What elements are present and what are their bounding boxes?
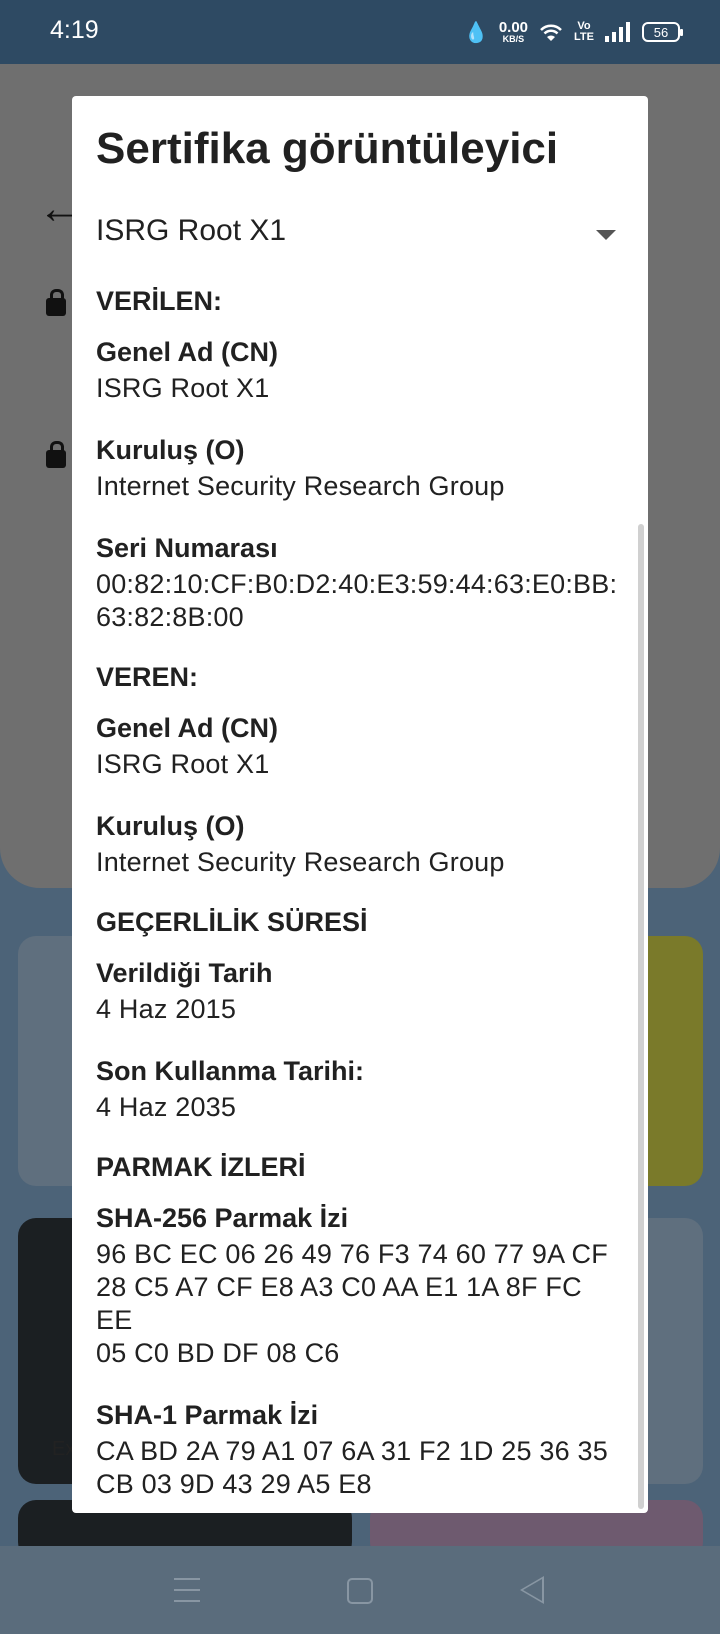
field-value: ISRG Root X1 bbox=[96, 749, 270, 779]
field-value: 4 Haz 2015 bbox=[96, 994, 237, 1024]
field-value-line: 63:82:8B:00 bbox=[96, 602, 244, 632]
lock-icon bbox=[46, 441, 66, 468]
serial-number: Seri Numarası 00:82:10:CF:B0:D2:40:E3:59… bbox=[96, 531, 624, 634]
data-saver-icon: 💧 bbox=[463, 21, 489, 44]
net-speed-value: 0.00 bbox=[498, 19, 529, 36]
wifi-icon bbox=[540, 24, 562, 41]
battery-icon: 56 bbox=[642, 22, 683, 42]
volte-indicator: Vo LTE bbox=[574, 21, 594, 43]
issued-to-cn: Genel Ad (CN) ISRG Root X1 bbox=[96, 335, 624, 405]
certificate-selector-value: ISRG Root X1 bbox=[96, 214, 287, 247]
net-speed: 0.00 KB/S bbox=[499, 20, 528, 44]
certificate-selector[interactable]: ISRG Root X1 bbox=[96, 214, 624, 258]
field-label: Son Kullanma Tarihi: bbox=[96, 1056, 365, 1086]
field-label: SHA-256 Parmak İzi bbox=[96, 1203, 349, 1233]
field-value-line: CB 03 9D 43 29 A5 E8 bbox=[96, 1469, 372, 1499]
issued-by-org: Kuruluş (O) Internet Security Research G… bbox=[96, 809, 624, 879]
field-value-line: 00:82:10:CF:B0:D2:40:E3:59:44:63:E0:BB: bbox=[96, 569, 618, 599]
dropdown-arrow-icon[interactable] bbox=[596, 230, 616, 240]
field-value: ISRG Root X1 bbox=[96, 373, 270, 403]
field-label: Verildiği Tarih bbox=[96, 958, 273, 988]
volte-line-2: LTE bbox=[574, 31, 594, 43]
signal-icon bbox=[605, 22, 630, 42]
net-speed-unit: KB/S bbox=[502, 34, 525, 44]
validity-heading: GEÇERLİLİK SÜRESİ bbox=[96, 907, 368, 937]
issued-to-org: Kuruluş (O) Internet Security Research G… bbox=[96, 433, 624, 503]
field-label: Kuruluş (O) bbox=[96, 435, 245, 465]
field-value: Internet Security Research Group bbox=[96, 847, 505, 877]
home-icon[interactable] bbox=[347, 1578, 373, 1604]
field-label: Genel Ad (CN) bbox=[96, 337, 278, 367]
certificate-viewer-dialog: Sertifika görüntüleyici ISRG Root X1 VER… bbox=[72, 96, 648, 1513]
field-value-line: 28 C5 A7 CF E8 A3 C0 AA E1 1A 8F FC EE bbox=[96, 1272, 582, 1335]
field-label: Genel Ad (CN) bbox=[96, 713, 278, 743]
sha256-fingerprint: SHA-256 Parmak İzi 96 BC EC 06 26 49 76 … bbox=[96, 1201, 624, 1370]
status-icons: 💧 0.00 KB/S Vo LTE 56 bbox=[463, 16, 683, 48]
field-value-line: CA BD 2A 79 A1 07 6A 31 F2 1D 25 36 35 bbox=[96, 1436, 608, 1466]
status-bar: 4:19 💧 0.00 KB/S Vo LTE 56 bbox=[0, 0, 720, 64]
recent-apps-icon[interactable] bbox=[174, 1578, 200, 1602]
navigation-bar bbox=[0, 1546, 720, 1634]
field-label: SHA-1 Parmak İzi bbox=[96, 1400, 319, 1430]
status-time: 4:19 bbox=[50, 16, 99, 44]
back-icon[interactable] bbox=[520, 1576, 544, 1604]
issued-date: Verildiği Tarih 4 Haz 2015 bbox=[96, 956, 624, 1026]
field-label: Seri Numarası bbox=[96, 533, 278, 563]
certificate-details: VERİLEN: Genel Ad (CN) ISRG Root X1 Kuru… bbox=[96, 286, 624, 1501]
fingerprints-heading: PARMAK İZLERİ bbox=[96, 1152, 306, 1182]
field-value-line: 05 C0 BD DF 08 C6 bbox=[96, 1338, 340, 1368]
dialog-title: Sertifika görüntüleyici bbox=[96, 124, 559, 173]
scrollbar[interactable] bbox=[638, 524, 644, 1509]
issued-to-heading: VERİLEN: bbox=[96, 286, 223, 316]
sha1-fingerprint: SHA-1 Parmak İzi CA BD 2A 79 A1 07 6A 31… bbox=[96, 1398, 624, 1501]
issued-by-heading: VEREN: bbox=[96, 662, 199, 692]
field-value-line: 96 BC EC 06 26 49 76 F3 74 60 77 9A CF bbox=[96, 1239, 608, 1269]
issued-by-cn: Genel Ad (CN) ISRG Root X1 bbox=[96, 711, 624, 781]
lock-icon bbox=[46, 289, 66, 316]
field-value: Internet Security Research Group bbox=[96, 471, 505, 501]
field-label: Kuruluş (O) bbox=[96, 811, 245, 841]
expiry-date: Son Kullanma Tarihi: 4 Haz 2035 bbox=[96, 1054, 624, 1124]
field-value: 4 Haz 2035 bbox=[96, 1092, 237, 1122]
